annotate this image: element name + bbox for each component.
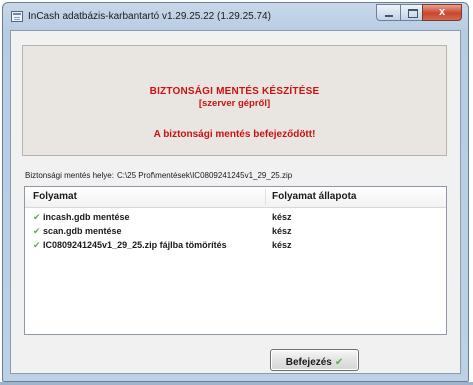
- window-title: InCash adatbázis-karbantartó v1.29.25.22…: [28, 11, 271, 22]
- banner-title: BIZTONSÁGI MENTÉS KÉSZÍTÉSE: [149, 86, 320, 97]
- backup-location-path: C:\25 Prof\mentések\IC0809241245v1_29_25…: [116, 171, 293, 180]
- app-icon: [11, 11, 23, 22]
- list-item[interactable]: ✔ incash.gdb mentése kész: [25, 211, 446, 224]
- list-item[interactable]: ✔ IC0809241245v1_29_25.zip fájlba tömörí…: [25, 239, 446, 252]
- column-divider[interactable]: [265, 189, 266, 205]
- finish-button-label: Befejezés: [285, 356, 332, 368]
- title-bar[interactable]: InCash adatbázis-karbantartó v1.29.25.22…: [3, 3, 468, 31]
- list-header: Folyamat Folyamat állapota: [25, 187, 446, 208]
- window-controls: x: [376, 4, 462, 21]
- dialog-body: BIZTONSÁGI MENTÉS KÉSZÍTÉSE [szerver gép…: [10, 30, 461, 374]
- process-name: scan.gdb mentése: [43, 226, 122, 236]
- process-name: IC0809241245v1_29_25.zip fájlba tömöríté…: [43, 240, 227, 250]
- app-window: InCash adatbázis-karbantartó v1.29.25.22…: [2, 2, 469, 382]
- maximize-icon: [408, 9, 418, 18]
- header-banner: BIZTONSÁGI MENTÉS KÉSZÍTÉSE [szerver gép…: [22, 45, 447, 156]
- minimize-button[interactable]: [376, 4, 400, 21]
- checkmark-icon: ✔: [33, 212, 41, 222]
- process-status: kész: [272, 226, 292, 236]
- process-status: kész: [272, 212, 292, 222]
- minimize-icon: [385, 15, 393, 17]
- completion-message: A biztonsági mentés befejeződött!: [153, 129, 316, 140]
- close-button[interactable]: x: [422, 4, 462, 21]
- process-status: kész: [272, 240, 292, 250]
- column-header-process[interactable]: Folyamat: [33, 191, 77, 202]
- banner-subtitle: [szerver gépről]: [198, 98, 271, 109]
- list-item[interactable]: ✔ scan.gdb mentése kész: [25, 225, 446, 238]
- process-list: Folyamat Folyamat állapota ✔ incash.gdb …: [24, 186, 447, 335]
- process-name: incash.gdb mentése: [43, 212, 130, 222]
- backup-location-label: Biztonsági mentés helye:: [25, 171, 114, 180]
- column-header-status[interactable]: Folyamat állapota: [272, 191, 356, 202]
- maximize-button[interactable]: [400, 4, 422, 21]
- close-icon: x: [438, 6, 446, 18]
- checkmark-icon: ✔: [33, 226, 41, 236]
- backup-location: Biztonsági mentés helye: C:\25 Prof\menté…: [25, 171, 295, 180]
- checkmark-icon: ✔: [334, 356, 344, 368]
- checkmark-icon: ✔: [33, 240, 41, 250]
- finish-button[interactable]: Befejezés ✔: [270, 349, 359, 371]
